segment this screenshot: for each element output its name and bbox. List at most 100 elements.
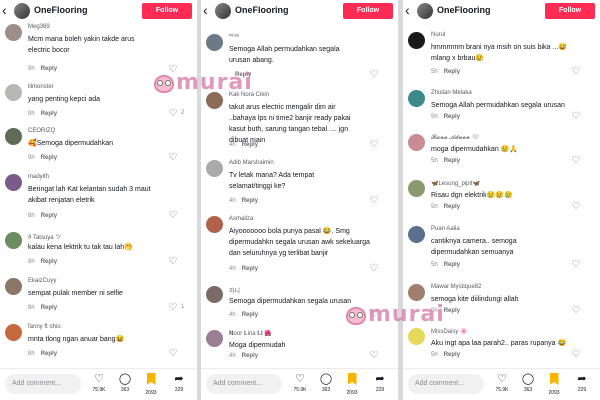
- heart-icon[interactable]: ♡: [368, 69, 380, 80]
- avatar[interactable]: [5, 128, 22, 145]
- avatar[interactable]: [206, 160, 223, 177]
- comment-username[interactable]: MissDaisy 🌸: [431, 328, 467, 335]
- account-name[interactable]: OneFlooring: [437, 5, 491, 15]
- reply-button[interactable]: Reply: [41, 351, 57, 357]
- avatar[interactable]: [215, 3, 231, 19]
- heart-icon[interactable]: ♡: [368, 263, 380, 274]
- avatar[interactable]: [408, 32, 425, 49]
- reply-button[interactable]: Reply: [41, 111, 57, 117]
- heart-icon[interactable]: ♡: [368, 350, 380, 361]
- comment-username[interactable]: Mawar Mystique82: [431, 284, 481, 290]
- avatar[interactable]: [206, 34, 223, 51]
- share-action[interactable]: ➦ 229: [167, 373, 191, 399]
- save-action[interactable]: 2093: [340, 373, 364, 399]
- heart-icon[interactable]: ♡: [570, 155, 582, 166]
- heart-icon[interactable]: ♡: [570, 349, 582, 360]
- comment-username[interactable]: lilmonster: [28, 84, 54, 90]
- chevron-left-icon[interactable]: ‹: [2, 2, 12, 18]
- heart-icon[interactable]: ♡: [570, 201, 582, 212]
- comment-username[interactable]: Meg369: [28, 24, 50, 30]
- reply-button[interactable]: Reply: [242, 198, 258, 204]
- avatar[interactable]: [408, 180, 425, 197]
- comment-username[interactable]: Adib Marshaimin: [229, 160, 274, 166]
- comment-username[interactable]: madyith: [28, 174, 49, 180]
- comment-username[interactable]: ᵐᵘᵘᵘ: [229, 34, 239, 40]
- comment-username[interactable]: 🦋Lesung_pipit🦋: [431, 180, 480, 187]
- heart-icon[interactable]: ♡: [167, 256, 179, 267]
- reply-button[interactable]: Reply: [242, 266, 258, 272]
- avatar[interactable]: [408, 226, 425, 243]
- heart-icon[interactable]: ♡: [570, 111, 582, 122]
- comment-username[interactable]: Zhulian Melaka: [431, 90, 472, 96]
- heart-icon[interactable]: ♡: [167, 152, 179, 163]
- heart-icon[interactable]: ♡: [368, 195, 380, 206]
- comment-action[interactable]: ◯ 363: [113, 373, 137, 399]
- avatar[interactable]: [408, 328, 425, 345]
- share-action[interactable]: ➦ 229: [570, 373, 594, 399]
- account-name[interactable]: OneFlooring: [235, 5, 289, 15]
- avatar[interactable]: [5, 174, 22, 191]
- save-action[interactable]: 2093: [139, 373, 163, 399]
- heart-icon[interactable]: ♡: [570, 66, 582, 77]
- chevron-left-icon[interactable]: ‹: [405, 2, 415, 18]
- reply-button[interactable]: Reply: [444, 114, 460, 120]
- heart-icon[interactable]: ♡: [167, 210, 179, 221]
- add-comment-input[interactable]: Add comment...: [5, 374, 81, 394]
- comment-username[interactable]: Nurul: [431, 32, 445, 38]
- avatar[interactable]: [5, 24, 22, 41]
- reply-button[interactable]: Reply: [444, 158, 460, 164]
- heart-icon[interactable]: ♡: [368, 139, 380, 150]
- heart-icon[interactable]: ♡: [570, 259, 582, 270]
- avatar[interactable]: [5, 278, 22, 295]
- heart-icon[interactable]: ♡: [167, 302, 179, 313]
- like-action[interactable]: ♡ 75.9K: [490, 373, 514, 399]
- avatar[interactable]: [206, 216, 223, 233]
- reply-button[interactable]: Reply: [41, 259, 57, 265]
- reply-button[interactable]: Reply: [444, 352, 460, 358]
- add-comment-input[interactable]: Add comment...: [206, 374, 282, 394]
- comment-username[interactable]: fanny ft ohio: [28, 324, 61, 330]
- comment-action[interactable]: ◯ 363: [516, 373, 540, 399]
- add-comment-input[interactable]: Add comment...: [408, 374, 484, 394]
- account-name[interactable]: OneFlooring: [34, 5, 88, 15]
- avatar[interactable]: [5, 324, 22, 341]
- comment-username[interactable]: ϑ Tatsuya ツ: [28, 232, 61, 241]
- heart-icon[interactable]: ♡: [570, 305, 582, 316]
- avatar[interactable]: [408, 284, 425, 301]
- avatar[interactable]: [206, 286, 223, 303]
- follow-button[interactable]: Follow: [142, 3, 192, 19]
- reply-button[interactable]: Reply: [41, 155, 57, 161]
- reply-button[interactable]: Reply: [242, 353, 258, 359]
- avatar[interactable]: [417, 3, 433, 19]
- reply-button[interactable]: Reply: [444, 308, 460, 314]
- avatar[interactable]: [408, 90, 425, 107]
- reply-button[interactable]: Reply: [41, 66, 57, 72]
- avatar[interactable]: [5, 232, 22, 249]
- like-action[interactable]: ♡ 75.9K: [288, 373, 312, 399]
- follow-button[interactable]: Follow: [343, 3, 393, 19]
- reply-button[interactable]: Reply: [41, 213, 57, 219]
- comment-username[interactable]: 𝐍oor 𝐋ina 𝐋𝐥 🌺: [229, 330, 272, 338]
- comment-username[interactable]: 하니: [229, 286, 240, 295]
- avatar[interactable]: [14, 3, 30, 19]
- reply-button[interactable]: Reply: [444, 262, 460, 268]
- comment-action[interactable]: ◯ 363: [314, 373, 338, 399]
- reply-button[interactable]: Reply: [444, 204, 460, 210]
- reply-button[interactable]: Reply: [242, 142, 258, 148]
- avatar[interactable]: [206, 330, 223, 347]
- comment-username[interactable]: CEORIZQ: [28, 128, 55, 134]
- reply-button[interactable]: Reply: [41, 305, 57, 311]
- reply-button[interactable]: Reply: [444, 69, 460, 75]
- comment-username[interactable]: EkaizCuyy: [28, 278, 56, 284]
- follow-button[interactable]: Follow: [545, 3, 595, 19]
- comment-username[interactable]: Asmaliza: [229, 216, 253, 222]
- heart-icon[interactable]: ♡: [167, 108, 179, 119]
- chevron-left-icon[interactable]: ‹: [203, 2, 213, 18]
- save-action[interactable]: 2093: [542, 373, 566, 399]
- avatar[interactable]: [5, 84, 22, 101]
- share-action[interactable]: ➦ 229: [368, 373, 392, 399]
- like-action[interactable]: ♡ 75.9K: [87, 373, 111, 399]
- avatar[interactable]: [408, 134, 425, 151]
- reply-button[interactable]: Reply: [242, 312, 258, 318]
- comment-username[interactable]: 𝓡𝓪𝓷𝓪 𝓐𝓭𝓷𝓪𝓷 🤍: [431, 134, 479, 142]
